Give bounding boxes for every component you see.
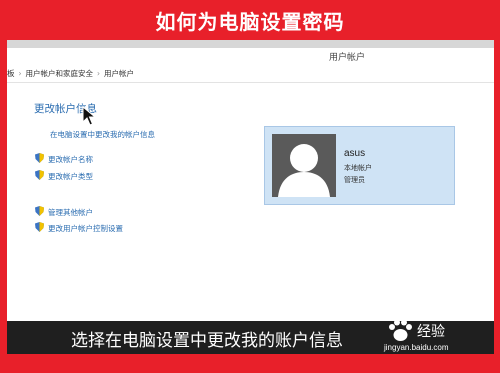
change-uac-settings-link[interactable]: 更改用户帐户控制设置 [48,223,123,234]
screenshot-area: 用户帐户 板 › 用户帐户和家庭安全 › 用户帐户 更改帐户信息 在电脑设置中更改我的帐… [7,40,494,354]
watermark: 经验 jingyan.baidu.com [380,316,490,356]
subtitle-text: 选择在电脑设置中更改我的账户信息 [71,331,343,351]
paw-logo-icon [389,319,412,341]
window-top-strip [7,40,494,48]
uac-shield-icon [35,153,44,163]
breadcrumb-item-control-panel[interactable]: 板 [7,66,15,82]
mouse-cursor-icon [82,106,96,126]
breadcrumb-separator-icon: › [97,69,100,78]
uac-shield-icon [35,170,44,180]
change-account-type-link[interactable]: 更改帐户类型 [48,171,93,182]
manage-other-accounts-link[interactable]: 管理其他帐户 [48,207,93,218]
user-name: asus [344,148,366,159]
breadcrumb-item-user-accounts-family[interactable]: 用户帐户和家庭安全 [26,66,94,82]
breadcrumb: 板 › 用户帐户和家庭安全 › 用户帐户 [7,66,494,83]
change-account-name-link[interactable]: 更改帐户名称 [48,154,93,165]
breadcrumb-separator-icon: › [18,69,22,78]
user-role: 管理员 [344,176,365,184]
breadcrumb-item-user-accounts[interactable]: 用户帐户 [104,66,134,82]
avatar [272,134,336,197]
user-account-card: asus 本地帐户 管理员 [264,126,455,205]
user-account-type: 本地帐户 [344,164,372,172]
pc-settings-link[interactable]: 在电脑设置中更改我的帐户信息 [50,129,155,140]
uac-shield-icon [35,206,44,216]
watermark-url: jingyan.baidu.com [384,343,449,352]
uac-shield-icon [35,222,44,232]
window-title: 用户帐户 [328,53,365,63]
banner-title: 如何为电脑设置密码 [155,10,345,34]
user-silhouette-icon [272,134,336,197]
watermark-text: 经验 [417,324,445,340]
